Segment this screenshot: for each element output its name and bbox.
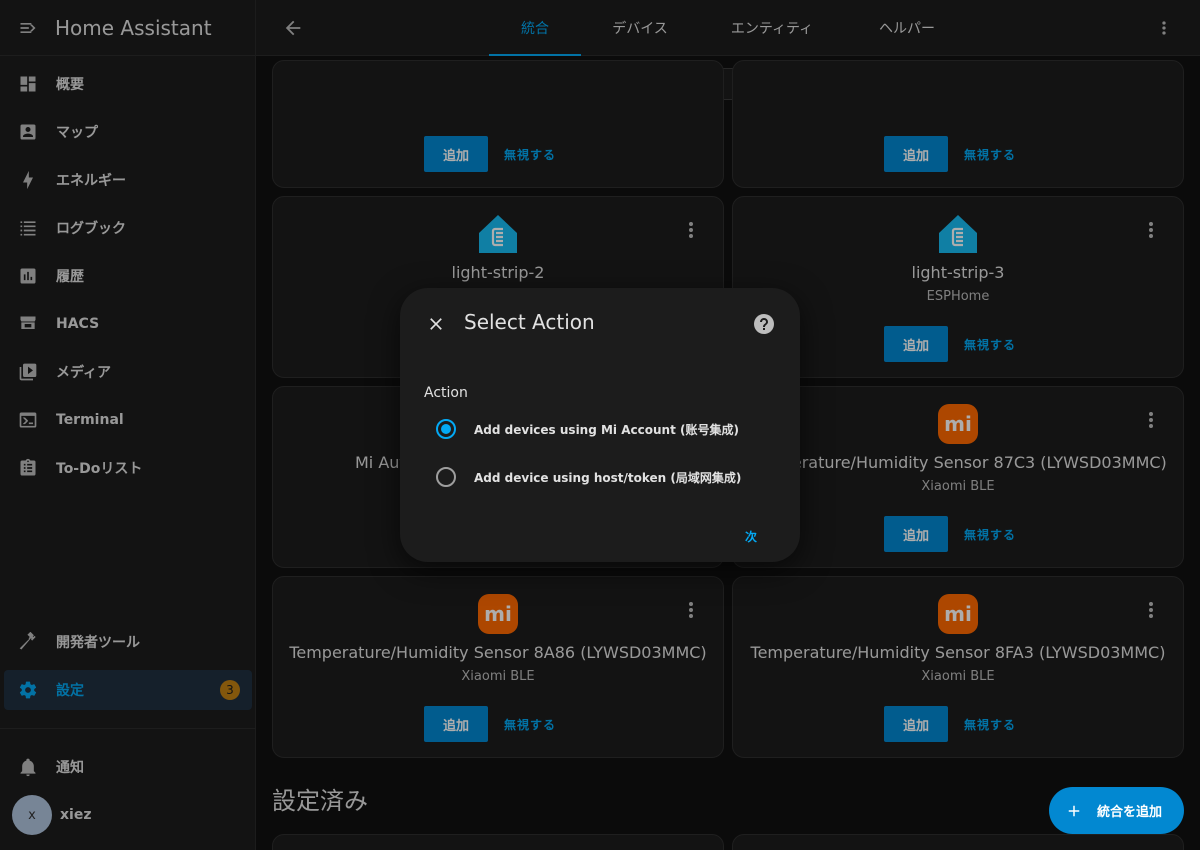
radio-option-host-token[interactable]: Add device using host/token (局域网集成) — [436, 467, 741, 487]
dialog-title: Select Action — [464, 310, 595, 334]
next-button[interactable]: 次 — [745, 528, 757, 545]
plus-icon — [1068, 805, 1080, 816]
add-integration-label: 統合を追加 — [1097, 805, 1163, 820]
radio-button[interactable] — [436, 419, 456, 439]
app-root: Home Assistant 概要 マップ エネルギー ログブック 履歴 HAC… — [0, 0, 1200, 850]
select-action-dialog: Select Action Action Add devices using M… — [400, 288, 800, 562]
help-icon[interactable] — [752, 312, 776, 336]
add-integration-button[interactable]: 統合を追加 — [1049, 787, 1184, 834]
radio-option-label: Add devices using Mi Account (账号集成) — [474, 422, 739, 437]
radio-button[interactable] — [436, 467, 456, 487]
action-field-label: Action — [424, 385, 468, 401]
radio-option-mi-account[interactable]: Add devices using Mi Account (账号集成) — [436, 419, 739, 439]
close-icon[interactable] — [426, 314, 446, 334]
radio-option-label: Add device using host/token (局域网集成) — [474, 470, 742, 485]
